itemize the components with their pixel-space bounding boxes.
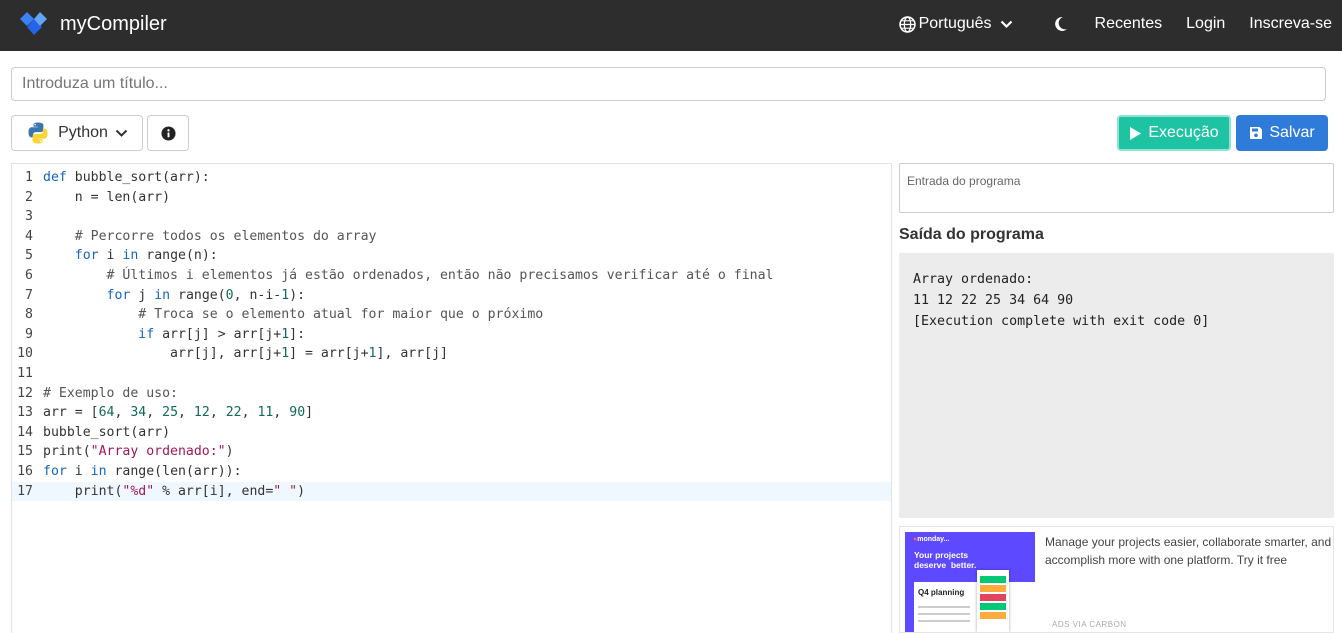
code-line[interactable]: 7 for j in range(0, n-i-1): bbox=[12, 286, 891, 306]
language-label: Português bbox=[918, 15, 992, 32]
line-number: 5 bbox=[25, 248, 33, 264]
code-line[interactable]: 2 n = len(arr) bbox=[12, 188, 891, 208]
ad-via-carbon[interactable]: ADS VIA CARBON bbox=[1052, 620, 1127, 629]
code-line[interactable]: 14 bubble_sort(arr) bbox=[12, 423, 891, 443]
ad-brand: ●monday... bbox=[913, 536, 950, 543]
globe-icon bbox=[898, 15, 916, 33]
line-number: 16 bbox=[17, 464, 33, 479]
line-number: 12 bbox=[17, 385, 33, 401]
title-input[interactable] bbox=[11, 67, 1326, 101]
run-button[interactable]: Execução bbox=[1117, 115, 1231, 151]
line-number: 13 bbox=[17, 405, 33, 421]
nav-recent[interactable]: Recentes bbox=[1095, 15, 1163, 33]
brand[interactable]: myCompiler bbox=[18, 10, 167, 38]
line-number: 17 bbox=[17, 483, 33, 499]
code-text: bubble_sort(arr) bbox=[43, 424, 171, 440]
code-editor[interactable]: 1 def bubble_sort(arr): 2 n = len(arr) 3 4 #… bbox=[11, 163, 892, 633]
line-number: 3 bbox=[25, 209, 33, 225]
nav-login[interactable]: Login bbox=[1186, 15, 1225, 33]
code-text: for i in range(n): bbox=[74, 248, 218, 264]
line-number: 10 bbox=[17, 346, 33, 362]
nav-signup[interactable]: Inscreva-se bbox=[1249, 15, 1332, 33]
ad-headline: Your projects deserve better. bbox=[914, 550, 977, 570]
moon-icon bbox=[1054, 16, 1068, 32]
output-line: Array ordenado: bbox=[913, 272, 1034, 287]
floppy-disk-icon bbox=[1249, 126, 1263, 140]
language-dropdown[interactable]: Português bbox=[898, 15, 1016, 33]
save-button[interactable]: Salvar bbox=[1236, 115, 1328, 151]
code-line[interactable]: 4 # Percorre todos os elementos do array bbox=[12, 227, 891, 247]
code-line[interactable]: 3 bbox=[12, 207, 891, 227]
code-line[interactable]: 12 # Exemplo de uso: bbox=[12, 384, 891, 404]
top-nav: Português Recentes Login Inscreva-se bbox=[875, 0, 1332, 48]
line-number: 9 bbox=[25, 326, 33, 342]
ad-text[interactable]: Manage your projects easier, collaborate… bbox=[1045, 534, 1333, 569]
code-line[interactable]: 9 if arr[j] > arr[j+1]: bbox=[12, 325, 891, 345]
line-number: 11 bbox=[17, 366, 33, 381]
ad-status-card bbox=[977, 570, 1009, 632]
chevron-down-icon bbox=[115, 129, 128, 138]
code-line[interactable]: 8 # Troca se o elemento atual for maior … bbox=[12, 305, 891, 325]
code-line[interactable]: 6 # Últimos i elementos já estão ordenad… bbox=[12, 266, 891, 286]
code-line[interactable]: 16 for i in range(len(arr)): bbox=[12, 462, 891, 482]
code-text: print("Array ordenado:") bbox=[43, 444, 234, 460]
play-icon bbox=[1129, 126, 1142, 141]
code-text: # Últimos i elementos já estão ordenados… bbox=[106, 268, 774, 283]
line-number: 8 bbox=[25, 307, 33, 323]
code-line[interactable]: 10 arr[j], arr[j+1] = arr[j+1], arr[j] bbox=[12, 344, 891, 364]
info-icon bbox=[160, 125, 176, 141]
line-number: 6 bbox=[25, 268, 33, 283]
top-navbar: myCompiler Português Recentes Login Insc… bbox=[0, 0, 1342, 51]
mycompiler-logo-icon bbox=[20, 12, 47, 35]
language-select[interactable]: Python bbox=[11, 115, 143, 151]
output-title: Saída do programa bbox=[899, 226, 1044, 243]
code-text: for j in range(0, n-i-1): bbox=[106, 287, 306, 303]
line-number: 2 bbox=[25, 189, 33, 205]
program-output: Array ordenado: 11 12 22 25 34 64 90 [Ex… bbox=[899, 253, 1334, 518]
code-line[interactable]: 15 print("Array ordenado:") bbox=[12, 442, 891, 462]
code-line[interactable]: 1 def bubble_sort(arr): bbox=[12, 168, 891, 188]
code-text: # Troca se o elemento atual for maior qu… bbox=[138, 307, 544, 323]
code-text: def bubble_sort(arr): bbox=[43, 170, 210, 185]
run-button-label: Execução bbox=[1148, 124, 1219, 141]
code-text: arr[j], arr[j+1] = arr[j+1], arr[j] bbox=[43, 346, 448, 362]
carbon-ad[interactable]: ●monday... Your projects deserve better.… bbox=[899, 526, 1334, 633]
code-line[interactable]: 13 arr = [64, 34, 25, 12, 22, 11, 90] bbox=[12, 403, 891, 423]
code-text: if arr[j] > arr[j+1]: bbox=[138, 326, 306, 342]
line-number: 7 bbox=[25, 287, 33, 303]
theme-toggle[interactable] bbox=[1054, 16, 1071, 32]
save-button-label: Salvar bbox=[1269, 124, 1315, 141]
line-number: 15 bbox=[17, 444, 33, 460]
code-text: for i in range(len(arr)): bbox=[43, 464, 242, 479]
code-text: n = len(arr) bbox=[43, 189, 171, 205]
code-line[interactable]: 11 bbox=[12, 364, 891, 384]
code-line[interactable]: 17 print("%d" % arr[i], end=" ") bbox=[12, 481, 891, 502]
code-line[interactable]: 5 for i in range(n): bbox=[12, 246, 891, 266]
ad-board-card: Q4 planning bbox=[914, 582, 1035, 632]
line-number: 1 bbox=[25, 170, 33, 185]
chevron-down-icon bbox=[1000, 20, 1013, 29]
line-number: 4 bbox=[25, 228, 33, 244]
language-select-label: Python bbox=[58, 124, 108, 141]
brand-name: myCompiler bbox=[60, 12, 167, 35]
python-logo-icon bbox=[26, 121, 50, 145]
line-number: 14 bbox=[17, 424, 33, 440]
stdin-input[interactable]: Entrada do programa bbox=[899, 163, 1334, 213]
output-line: [Execution complete with exit code 0] bbox=[913, 314, 1210, 329]
info-button[interactable] bbox=[147, 115, 189, 151]
code-text: print("%d" % arr[i], end=" ") bbox=[43, 483, 306, 499]
code-text: arr = [64, 34, 25, 12, 22, 11, 90] bbox=[43, 405, 314, 421]
output-line: 11 12 22 25 34 64 90 bbox=[913, 293, 1074, 308]
ad-image[interactable]: ●monday... Your projects deserve better.… bbox=[905, 532, 1035, 632]
code-text: # Exemplo de uso: bbox=[43, 385, 178, 401]
code-text: # Percorre todos os elementos do array bbox=[74, 228, 377, 244]
